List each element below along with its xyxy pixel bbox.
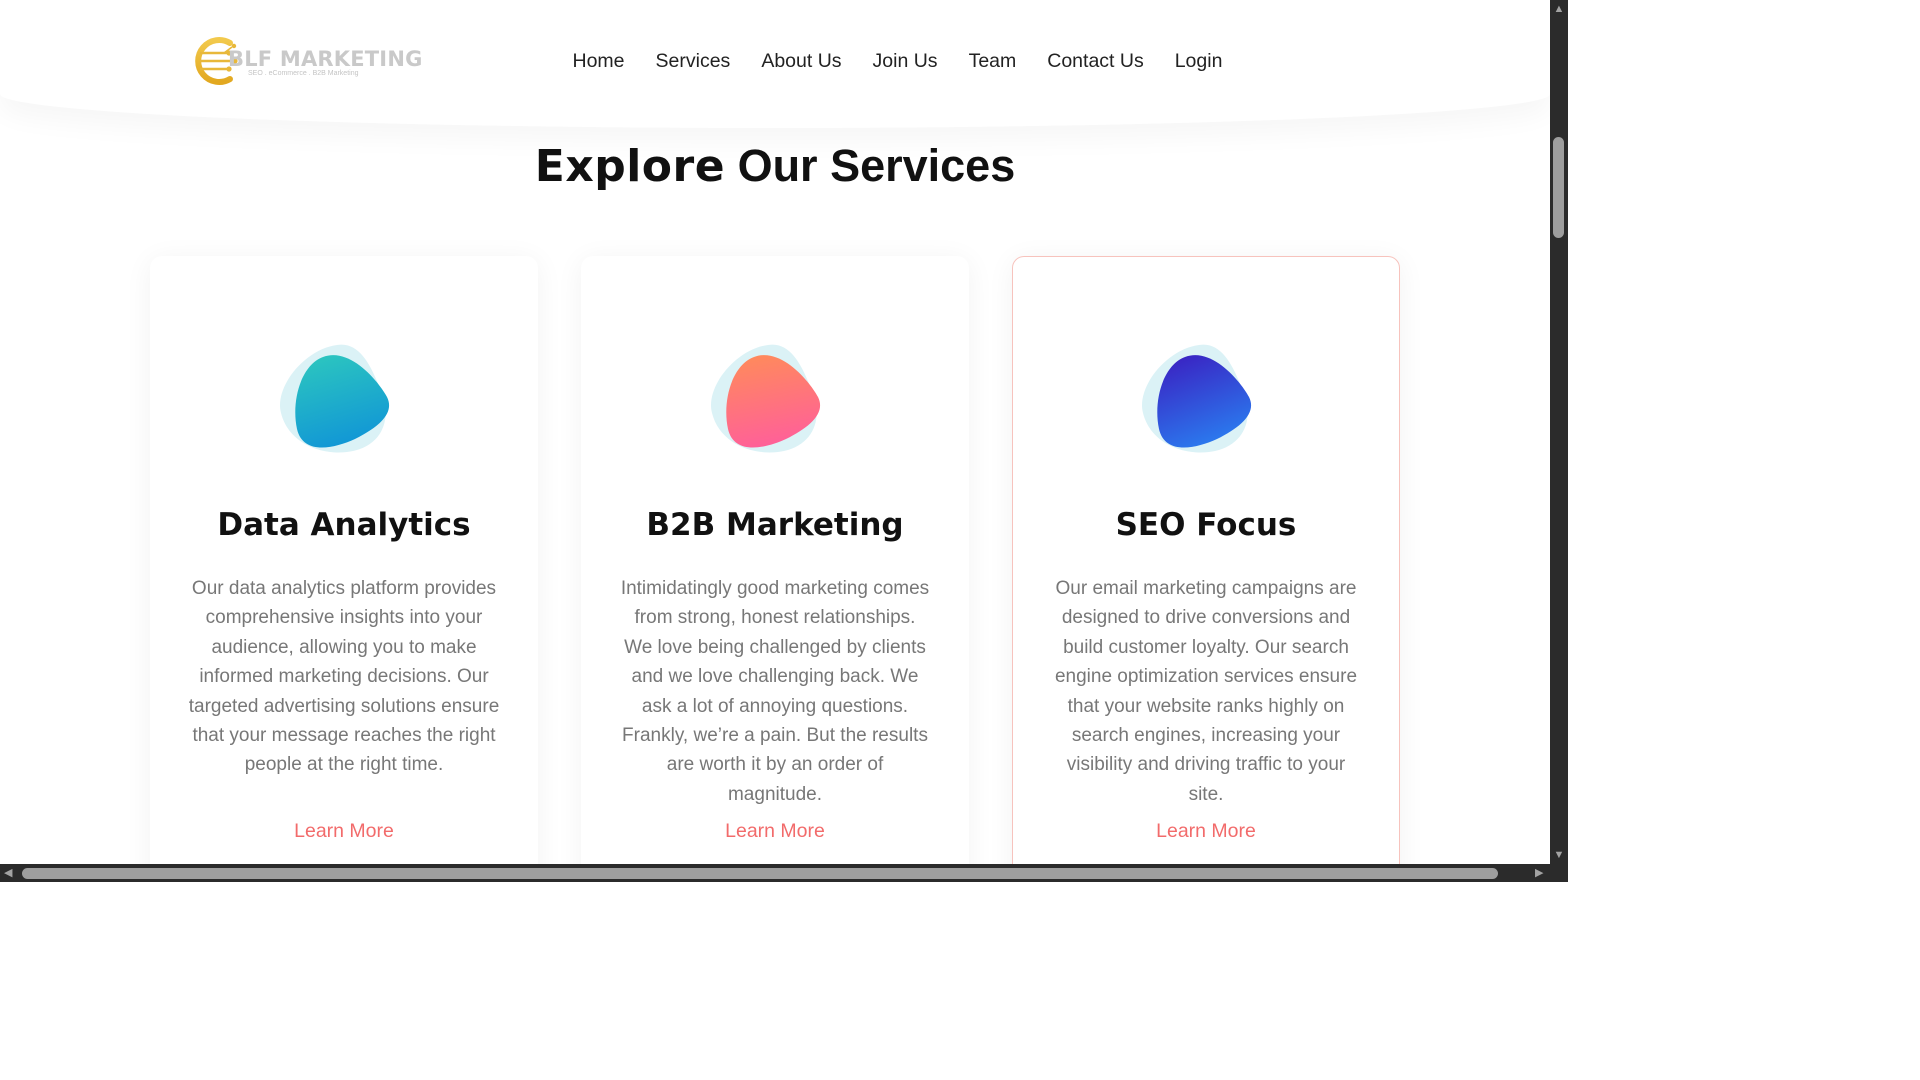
learn-more-link[interactable]: Learn More (582, 820, 968, 843)
scroll-up-arrow-icon[interactable]: ▲ (1553, 3, 1565, 15)
scroll-right-arrow-icon[interactable]: ▶ (1535, 867, 1543, 879)
site-logo[interactable]: BLF MARKETING SEO . eCommerce . B2B Mark… (190, 34, 422, 88)
learn-more-link[interactable]: Learn More (1013, 820, 1399, 843)
page-viewport: BLF MARKETING SEO . eCommerce . B2B Mark… (0, 0, 1550, 864)
service-card-seo-focus: SEO Focus Our email marketing campaigns … (1012, 256, 1400, 864)
coral-blob-icon (711, 344, 821, 453)
blue-blob-icon (1142, 344, 1252, 453)
nav-team[interactable]: Team (953, 50, 1032, 73)
teal-blob-icon (280, 344, 390, 453)
nav-login[interactable]: Login (1159, 50, 1238, 73)
card-description: Intimidatingly good marketing comes from… (620, 578, 930, 805)
main-nav: Home Services About Us Join Us Team Cont… (557, 50, 1238, 73)
section-title-bold: Explore (534, 141, 726, 192)
scroll-left-arrow-icon[interactable]: ◀ (4, 867, 12, 879)
logo-tagline: SEO . eCommerce . B2B Marketing (248, 70, 359, 77)
logo-text: BLF MARKETING (228, 47, 423, 71)
section-title: Explore Our Services (0, 140, 1550, 192)
card-title: Data Analytics (217, 507, 471, 543)
vertical-scroll-thumb[interactable] (1553, 137, 1564, 238)
vertical-scrollbar[interactable]: ▲ ▼ (1550, 0, 1568, 864)
service-card-b2b-marketing: B2B Marketing Intimidatingly good market… (581, 256, 969, 864)
site-header: BLF MARKETING SEO . eCommerce . B2B Mark… (0, 0, 1550, 128)
card-title: SEO Focus (1115, 507, 1297, 543)
learn-more-link[interactable]: Learn More (151, 820, 537, 843)
nav-join-us[interactable]: Join Us (857, 50, 953, 73)
card-title: B2B Marketing (646, 507, 904, 543)
nav-about-us[interactable]: About Us (746, 50, 857, 73)
horizontal-scrollbar[interactable]: ◀ ▶ (0, 864, 1568, 882)
scroll-down-arrow-icon[interactable]: ▼ (1553, 849, 1565, 861)
horizontal-scroll-thumb[interactable] (22, 868, 1498, 879)
nav-contact-us[interactable]: Contact Us (1032, 50, 1159, 73)
service-card-data-analytics: Data Analytics Our data analytics platfo… (150, 256, 538, 864)
nav-services[interactable]: Services (640, 50, 746, 73)
card-description: Our email marketing campaigns are design… (1054, 578, 1358, 805)
nav-home[interactable]: Home (557, 50, 640, 73)
section-title-rest: Our Services (725, 140, 1016, 191)
card-description: Our data analytics platform provides com… (188, 578, 500, 776)
